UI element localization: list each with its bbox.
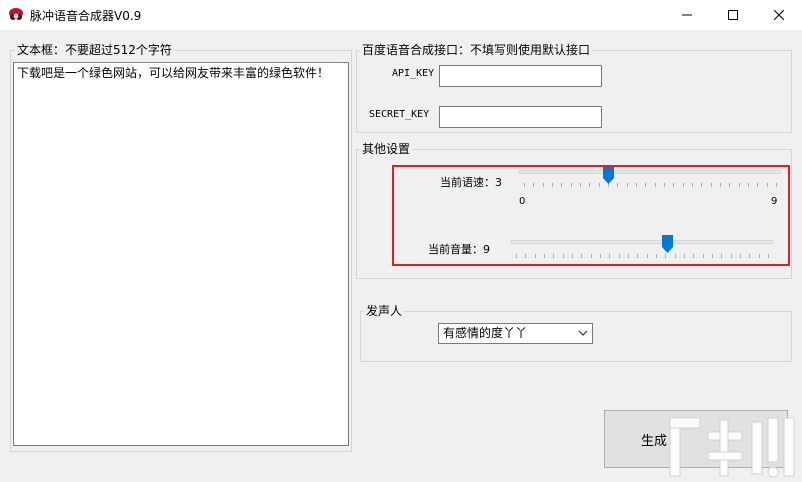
minimize-icon bbox=[682, 14, 692, 16]
text-input-area[interactable]: 下载吧是一个绿色网站，可以给网友带来丰富的绿色软件！ bbox=[13, 62, 349, 446]
secret-key-input[interactable] bbox=[439, 106, 602, 128]
text-group-legend: 文本框：不要超过512个字符 bbox=[15, 43, 174, 57]
close-button[interactable] bbox=[756, 0, 802, 30]
speaker-group-legend: 发声人 bbox=[364, 304, 405, 318]
maximize-button[interactable] bbox=[710, 0, 756, 30]
api-group-legend: 百度语音合成接口：不填写则使用默认接口 bbox=[360, 43, 593, 57]
api-key-input[interactable] bbox=[439, 65, 602, 87]
api-key-label: API_KEY bbox=[392, 68, 435, 79]
maximize-icon bbox=[728, 10, 738, 20]
secret-key-label: SECRET_KEY bbox=[369, 109, 430, 120]
watermark-logo bbox=[669, 417, 795, 478]
speaker-select-value: 有感情的度丫丫 bbox=[443, 326, 528, 340]
speaker-select[interactable]: 有感情的度丫丫 bbox=[438, 323, 593, 344]
chevron-down-icon bbox=[578, 330, 588, 336]
minimize-button[interactable] bbox=[664, 0, 710, 30]
app-icon bbox=[9, 8, 23, 20]
close-icon bbox=[774, 10, 784, 20]
other-settings-legend: 其他设置 bbox=[360, 142, 413, 156]
window-title: 脉冲语音合成器V0.9 bbox=[30, 9, 142, 23]
highlight-box bbox=[392, 165, 790, 266]
